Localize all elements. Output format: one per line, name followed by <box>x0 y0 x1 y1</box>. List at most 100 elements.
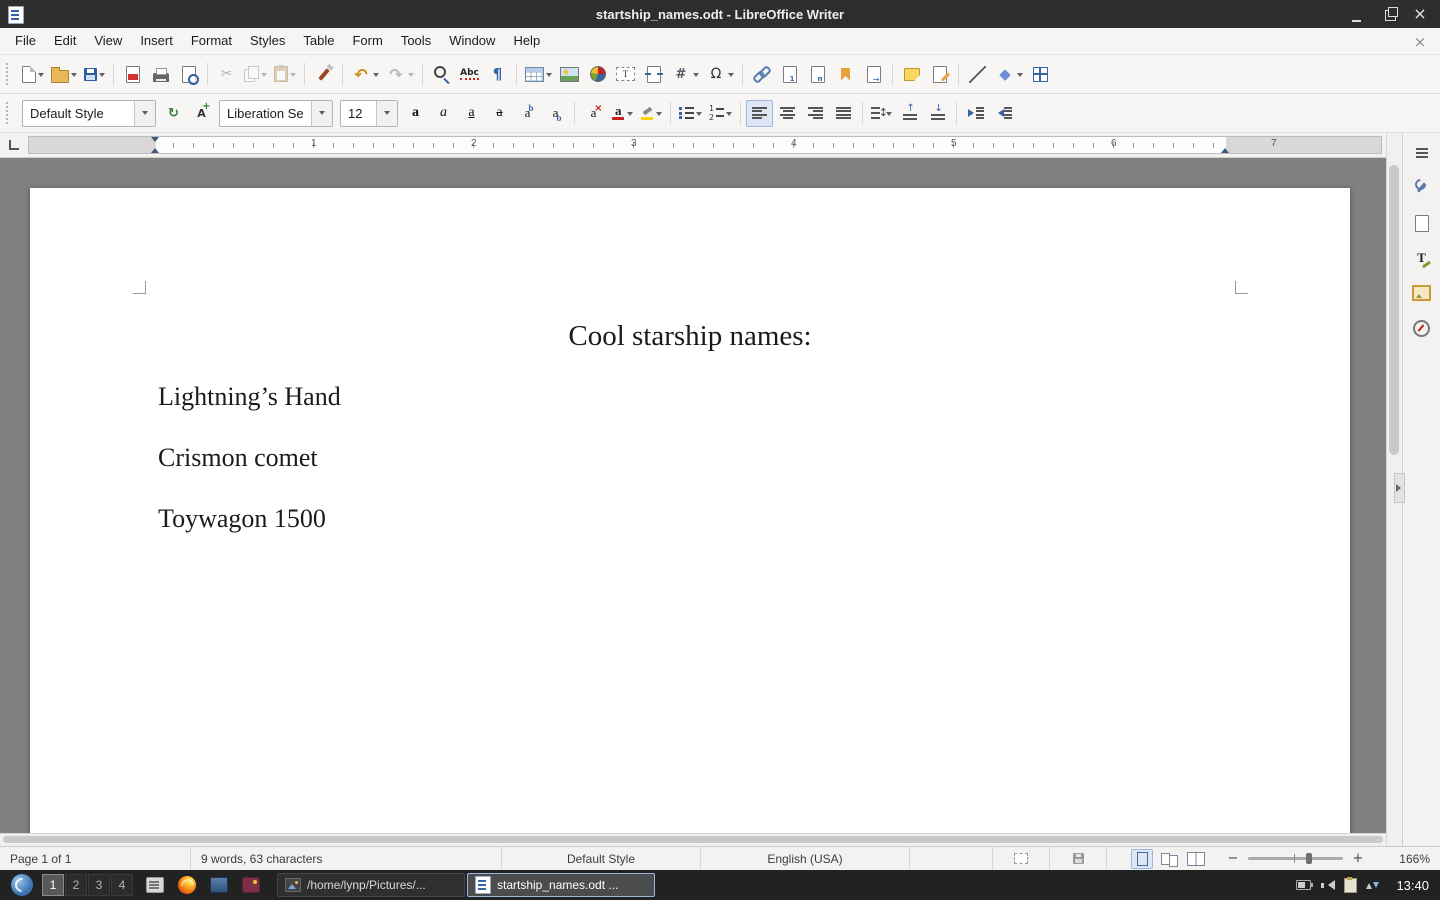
insert-textbox-button[interactable] <box>612 61 639 88</box>
ordered-list-button[interactable] <box>706 100 735 127</box>
styles-deck-button[interactable] <box>1408 244 1436 272</box>
font-color-button[interactable] <box>608 100 636 127</box>
insert-field-button[interactable] <box>668 61 702 88</box>
underline-button[interactable] <box>458 100 485 127</box>
sidebar-settings-deck-button[interactable] <box>1408 139 1436 167</box>
subscript-button[interactable] <box>542 100 569 127</box>
zoom-in-icon[interactable] <box>1348 849 1368 869</box>
close-icon[interactable] <box>1410 4 1430 24</box>
insert-special-character-button[interactable] <box>703 61 737 88</box>
zoom-out-icon[interactable] <box>1223 849 1243 869</box>
restore-icon[interactable] <box>1385 10 1396 21</box>
export-pdf-button[interactable] <box>119 61 146 88</box>
menu-window[interactable]: Window <box>440 28 504 54</box>
italic-button[interactable] <box>430 100 457 127</box>
selection-mode-field[interactable] <box>993 847 1050 870</box>
insert-image-button[interactable] <box>556 61 583 88</box>
toolbar-grip[interactable] <box>6 63 13 85</box>
page-deck-button[interactable] <box>1408 209 1436 237</box>
track-changes-button[interactable] <box>926 61 953 88</box>
vertical-scrollbar-thumb[interactable] <box>1389 165 1399 455</box>
insert-page-break-button[interactable] <box>640 61 667 88</box>
word-count-field[interactable]: 9 words, 63 characters <box>191 847 502 870</box>
document-paragraph[interactable]: Crismon comet <box>158 443 1222 473</box>
basic-shapes-button[interactable] <box>992 61 1026 88</box>
line-spacing-button[interactable] <box>868 100 895 127</box>
align-justify-button[interactable] <box>830 100 857 127</box>
tab-stop-type-selector[interactable] <box>0 140 28 150</box>
zoom-slider[interactable] <box>1248 857 1343 860</box>
menu-styles[interactable]: Styles <box>241 28 294 54</box>
superscript-button[interactable] <box>514 100 541 127</box>
paragraph-style-select[interactable]: Default Style <box>22 100 156 127</box>
insert-line-button[interactable] <box>964 61 991 88</box>
zoom-level-field[interactable]: 166% <box>1376 847 1440 870</box>
insert-comment-button[interactable] <box>898 61 925 88</box>
navigator-deck-button[interactable] <box>1408 314 1436 342</box>
clock[interactable]: 13:40 <box>1390 878 1435 893</box>
menu-help[interactable]: Help <box>504 28 549 54</box>
horizontal-scrollbar[interactable] <box>0 833 1386 846</box>
toolbar-grip[interactable] <box>6 102 13 124</box>
right-indent-marker[interactable] <box>1221 144 1229 153</box>
network-icon[interactable] <box>1366 879 1379 892</box>
minimize-icon[interactable] <box>1351 4 1371 24</box>
document-paragraph[interactable]: Toywagon 1500 <box>158 504 1222 534</box>
font-name-dropdown-button[interactable] <box>311 101 332 126</box>
highlight-color-button[interactable] <box>637 100 665 127</box>
workspace-1[interactable]: 1 <box>42 874 64 896</box>
insert-cross-reference-button[interactable] <box>860 61 887 88</box>
file-manager-launcher-button[interactable] <box>204 872 234 898</box>
formatting-marks-button[interactable] <box>484 61 511 88</box>
save-button[interactable] <box>81 61 108 88</box>
media-app-launcher-button[interactable] <box>236 872 266 898</box>
decrease-indent-button[interactable] <box>990 100 1017 127</box>
strikethrough-button[interactable] <box>486 100 513 127</box>
font-name-select[interactable]: Liberation Se <box>219 100 333 127</box>
align-center-button[interactable] <box>774 100 801 127</box>
menu-edit[interactable]: Edit <box>45 28 85 54</box>
insert-endnote-button[interactable] <box>804 61 831 88</box>
align-right-button[interactable] <box>802 100 829 127</box>
horizontal-ruler[interactable]: 1234567 <box>28 136 1382 154</box>
menu-format[interactable]: Format <box>182 28 241 54</box>
menu-file[interactable]: File <box>6 28 45 54</box>
decrease-paragraph-spacing-button[interactable] <box>924 100 951 127</box>
menu-form[interactable]: Form <box>343 28 391 54</box>
draw-functions-button[interactable] <box>1027 61 1054 88</box>
book-view-button[interactable] <box>1185 849 1207 869</box>
unordered-list-button[interactable] <box>676 100 705 127</box>
text-editor-launcher-button[interactable] <box>140 872 170 898</box>
volume-icon[interactable] <box>1320 879 1335 891</box>
new-style-button[interactable] <box>188 100 215 127</box>
align-left-button[interactable] <box>746 100 773 127</box>
workspace-4[interactable]: 4 <box>111 874 133 896</box>
document-paragraph[interactable]: Lightning’s Hand <box>158 382 1222 412</box>
single-page-view-button[interactable] <box>1131 849 1153 869</box>
undo-button[interactable] <box>348 61 382 88</box>
increase-indent-button[interactable] <box>962 100 989 127</box>
taskbar-window-0[interactable]: /home/lynp/Pictures/... <box>277 873 465 897</box>
font-size-dropdown-button[interactable] <box>376 101 397 126</box>
firefox-launcher-button[interactable] <box>172 872 202 898</box>
bold-button[interactable] <box>402 100 429 127</box>
new-document-button[interactable] <box>19 61 47 88</box>
clone-formatting-button[interactable] <box>310 61 337 88</box>
properties-deck-button[interactable] <box>1408 174 1436 202</box>
document-page[interactable]: Cool starship names: Lightning’s HandCri… <box>30 188 1350 833</box>
menu-table[interactable]: Table <box>294 28 343 54</box>
increase-paragraph-spacing-button[interactable] <box>896 100 923 127</box>
zoom-slider-thumb[interactable] <box>1306 853 1312 864</box>
insert-footnote-button[interactable] <box>776 61 803 88</box>
document-modified-field[interactable] <box>1050 847 1107 870</box>
insert-mode-field[interactable] <box>910 847 993 870</box>
insert-hyperlink-button[interactable] <box>748 61 775 88</box>
open-file-button[interactable] <box>48 61 80 88</box>
insert-bookmark-button[interactable] <box>832 61 859 88</box>
update-style-button[interactable] <box>160 100 187 127</box>
font-size-select[interactable]: 12 <box>340 100 398 127</box>
sidebar-collapse-handle[interactable] <box>1394 473 1405 503</box>
taskbar-window-1[interactable]: startship_names.odt ... <box>467 873 655 897</box>
left-indent-marker[interactable] <box>151 144 159 153</box>
clipboard-icon[interactable] <box>1344 878 1357 893</box>
